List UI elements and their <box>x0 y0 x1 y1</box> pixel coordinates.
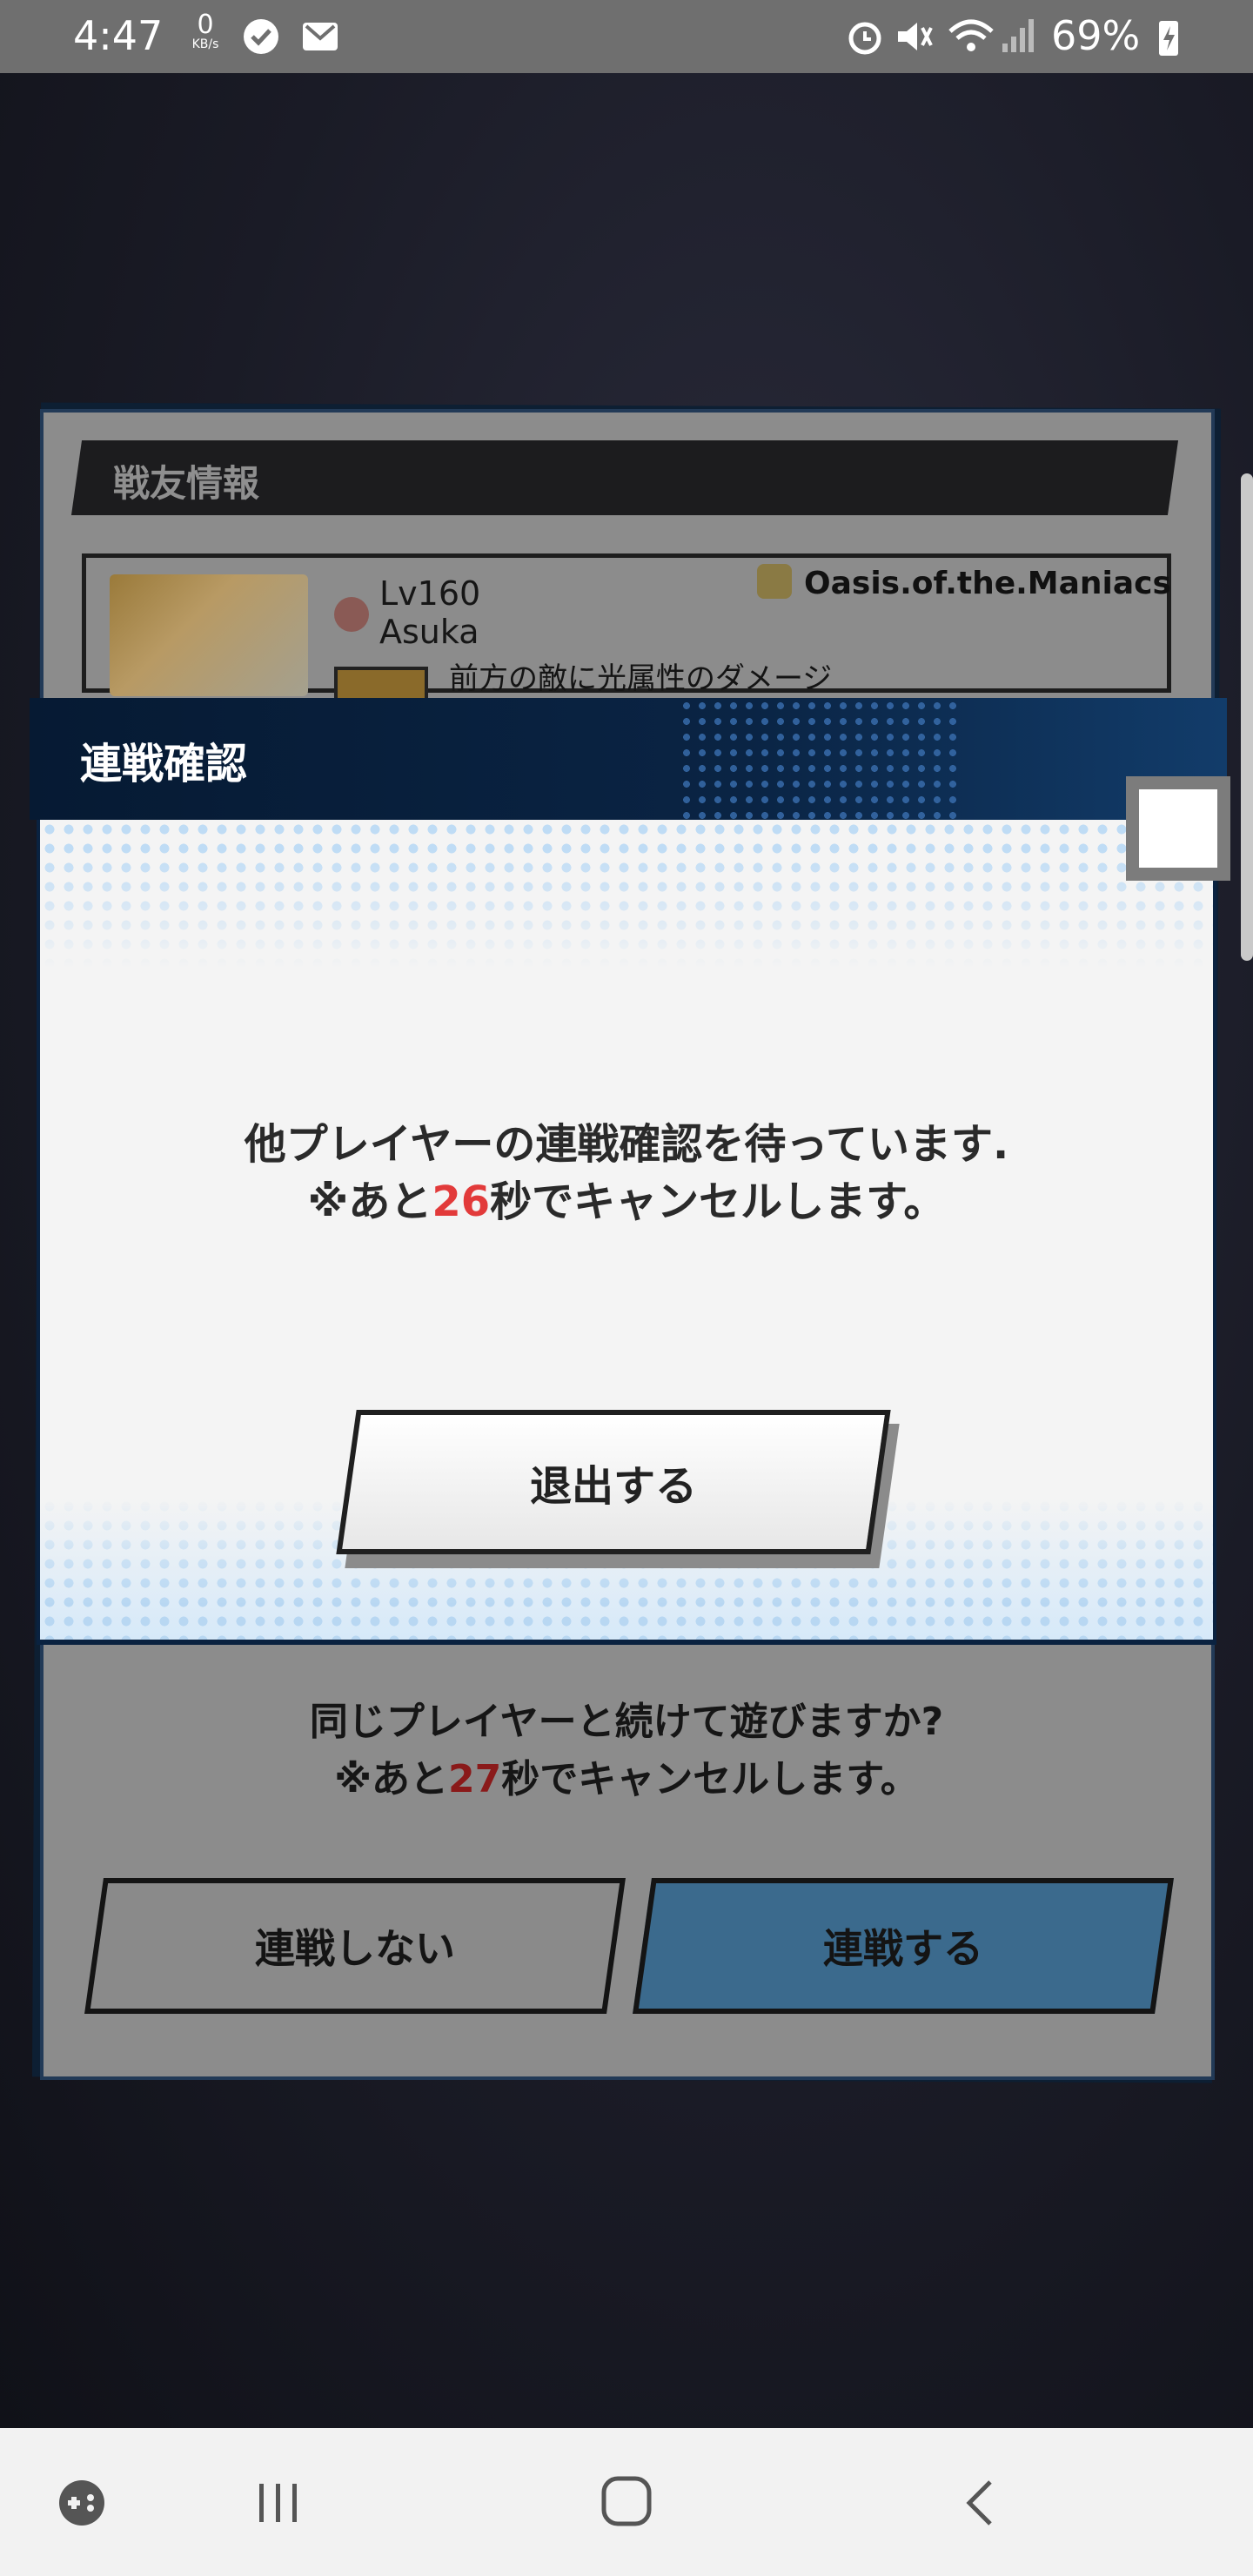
friend-info-title: 戦友情報 <box>113 462 260 505</box>
scrollbar-thumb[interactable] <box>1241 473 1253 961</box>
countdown-seconds: 27 <box>447 1757 502 1801</box>
data-rate-value: 0 <box>197 10 214 40</box>
navigation-bar <box>0 2428 1253 2576</box>
friend-level-name: Lv160 Asuka <box>379 574 480 651</box>
skill-icon <box>334 667 428 701</box>
overlay-square-button[interactable] <box>1126 776 1230 881</box>
alarm-icon <box>848 22 881 55</box>
continue-question: 同じプレイヤーと続けて遊びますか? ※あと27秒でキャンセルします。 <box>0 1694 1253 1808</box>
modal-title: 連戦確認 <box>80 740 248 788</box>
check-circle-icon <box>244 19 278 54</box>
modal-countdown-seconds: 26 <box>432 1177 491 1226</box>
mail-icon <box>303 23 338 50</box>
guild-icon <box>757 564 792 599</box>
modal-pattern-top <box>40 820 1213 968</box>
accept-continue-button[interactable]: 連戦する <box>633 1878 1174 2014</box>
rank-icon <box>334 597 369 632</box>
modal-countdown: ※あと26秒でキャンセルします。 <box>0 1173 1253 1231</box>
friend-avatar <box>110 574 308 696</box>
modal-message-line1: 他プレイヤーの連戦確認を待っています. <box>244 1120 1009 1169</box>
recent-apps-icon[interactable] <box>252 2477 305 2529</box>
decline-continue-label: 連戦しない <box>255 1925 455 1972</box>
guild-name: Oasis.of.the.Maniacs <box>804 566 1171 601</box>
wifi-icon <box>948 19 994 51</box>
friend-name: Asuka <box>379 613 479 651</box>
continue-question-line1: 同じプレイヤーと続けて遊びますか? <box>309 1700 944 1744</box>
modal-countdown-suffix: 秒でキャンセルします。 <box>490 1177 946 1226</box>
battery-charging-icon <box>1159 21 1178 56</box>
skill-description: 前方の敵に光属性のダメージ <box>449 661 833 696</box>
game-tools-icon[interactable] <box>56 2477 108 2529</box>
signal-icon <box>1002 19 1034 52</box>
accept-continue-label: 連戦する <box>823 1925 983 1972</box>
data-rate-unit: KB/s <box>191 37 219 51</box>
modal-message: 他プレイヤーの連戦確認を待っています. ※あと26秒でキャンセルします。 <box>0 1116 1253 1231</box>
countdown-suffix: 秒でキャンセルします。 <box>501 1757 919 1801</box>
status-time: 4:47 <box>73 12 164 59</box>
modal-countdown-prefix: ※あと <box>307 1177 432 1226</box>
battery-percentage: 69% <box>1051 12 1141 59</box>
status-bar: 4:47 0 KB/s 69% <box>0 0 1253 73</box>
modal-header-pattern <box>679 698 957 820</box>
friend-level: Lv160 <box>379 574 481 613</box>
data-rate-indicator: 0 KB/s <box>181 10 230 51</box>
home-icon[interactable] <box>599 2473 654 2529</box>
exit-button[interactable]: 退出する <box>336 1410 891 1554</box>
exit-button-label: 退出する <box>529 1462 697 1511</box>
continue-countdown: ※あと27秒でキャンセルします。 <box>0 1751 1253 1808</box>
decline-continue-button[interactable]: 連戦しない <box>84 1878 626 2014</box>
overlay-square-inner <box>1139 789 1217 868</box>
countdown-prefix: ※あと <box>334 1757 448 1801</box>
back-icon[interactable] <box>955 2477 1008 2529</box>
mute-icon <box>898 23 933 50</box>
